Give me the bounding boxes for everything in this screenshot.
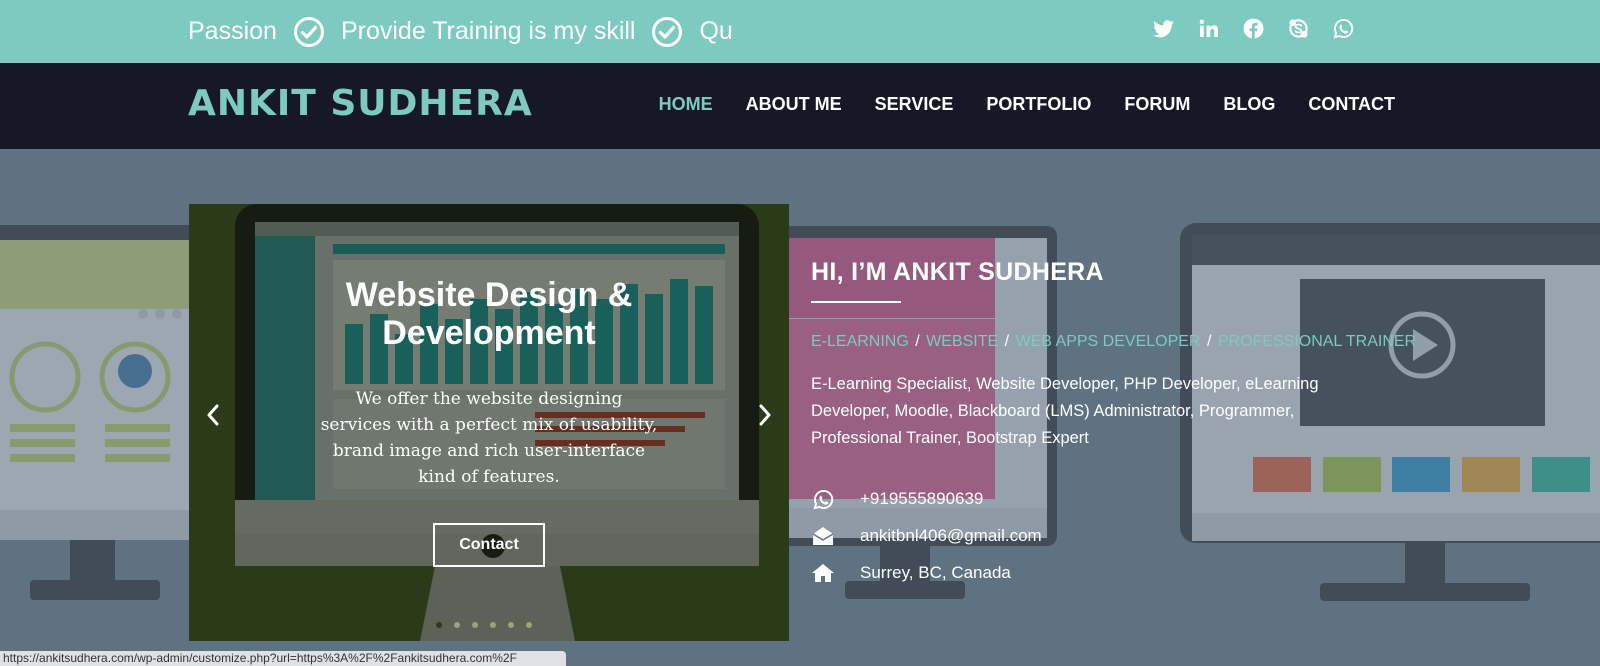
nav-item-service[interactable]: SERVICE bbox=[875, 94, 954, 115]
role-item: WEBSITE bbox=[926, 333, 999, 350]
intro-description: E-Learning Specialist, Website Developer… bbox=[811, 375, 1319, 447]
slide-title: Website Design & Development bbox=[345, 276, 633, 352]
slider-next-arrow[interactable] bbox=[753, 400, 777, 430]
nav-item-portfolio[interactable]: PORTFOLIO bbox=[986, 94, 1091, 115]
main-menu: HOME ABOUT ME SERVICE PORTFOLIO FORUM BL… bbox=[659, 94, 1395, 115]
role-separator: / bbox=[1206, 333, 1212, 350]
check-circle-icon bbox=[293, 16, 324, 47]
nav-item-forum[interactable]: FORUM bbox=[1124, 94, 1190, 115]
nav-item-home[interactable]: HOME bbox=[659, 94, 713, 115]
top-bar: Passion Provide Training is my skill Qu bbox=[0, 0, 1600, 63]
slider-dot[interactable] bbox=[436, 622, 442, 628]
site-logo[interactable]: ANKIT SUDHERA bbox=[188, 83, 533, 124]
contact-location: Surrey, BC, Canada bbox=[860, 563, 1011, 582]
check-circle-icon bbox=[652, 16, 683, 47]
ticker-text: Qu bbox=[699, 17, 733, 45]
home-icon bbox=[811, 562, 835, 584]
envelope-open-icon bbox=[811, 525, 835, 547]
contact-email-row: ankitbnl406@gmail.com bbox=[811, 525, 1311, 547]
twitter-icon[interactable] bbox=[1153, 18, 1174, 39]
skype-icon[interactable] bbox=[1288, 18, 1309, 39]
slider-dot[interactable] bbox=[490, 622, 496, 628]
contact-phone[interactable]: +919555890639 bbox=[860, 489, 983, 509]
slider-dot[interactable] bbox=[508, 622, 514, 628]
hero-slider: Website Design & Development We offer th… bbox=[189, 204, 789, 641]
role-item: PROFESSIONAL TRAINER bbox=[1217, 333, 1417, 350]
ticker-item: Provide Training is my skill bbox=[341, 16, 700, 48]
ticker-item: Qu bbox=[699, 17, 740, 46]
role-separator: / bbox=[1004, 333, 1010, 350]
nav-item-blog[interactable]: BLOG bbox=[1223, 94, 1275, 115]
social-links bbox=[1153, 18, 1354, 39]
marquee-ticker: Passion Provide Training is my skill Qu bbox=[188, 0, 740, 63]
nav-item-about-me[interactable]: ABOUT ME bbox=[746, 94, 842, 115]
intro-heading: HI, I’M ANKIT SUDHERA bbox=[811, 258, 1104, 286]
slide-contact-button[interactable]: Contact bbox=[433, 523, 545, 567]
chevron-right-icon bbox=[759, 404, 771, 426]
heading-divider bbox=[811, 301, 901, 303]
role-item: WEB APPS DEVELOPER bbox=[1015, 333, 1201, 350]
contact-email[interactable]: ankitbnl406@gmail.com bbox=[860, 526, 1042, 546]
nav-item-contact[interactable]: CONTACT bbox=[1308, 94, 1395, 115]
browser-status-url: https://ankitsudhera.com/wp-admin/custom… bbox=[0, 651, 566, 666]
main-navbar: ANKIT SUDHERA HOME ABOUT ME SERVICE PORT… bbox=[0, 63, 1600, 149]
contact-phone-row: +919555890639 bbox=[811, 488, 1311, 510]
role-separator: / bbox=[915, 333, 920, 350]
facebook-icon[interactable] bbox=[1243, 18, 1264, 39]
slider-dot[interactable] bbox=[472, 622, 478, 628]
ticker-text: Provide Training is my skill bbox=[340, 17, 636, 45]
role-item: E-LEARNING bbox=[811, 333, 909, 350]
roles-line: E-LEARNING / WEBSITE / WEB APPS DEVELOPE… bbox=[811, 333, 1416, 351]
chevron-left-icon bbox=[207, 404, 219, 426]
slide-description: We offer the website designing services … bbox=[320, 389, 658, 487]
slider-prev-arrow[interactable] bbox=[201, 400, 225, 430]
ticker-text: Passion bbox=[188, 17, 277, 45]
ticker-item: Passion bbox=[188, 16, 341, 48]
slider-dot[interactable] bbox=[526, 622, 532, 628]
contact-location-row: Surrey, BC, Canada bbox=[811, 562, 1311, 584]
whatsapp-icon bbox=[811, 488, 835, 510]
slider-dots bbox=[436, 622, 532, 628]
whatsapp-icon[interactable] bbox=[1333, 18, 1354, 39]
slider-dot[interactable] bbox=[454, 622, 460, 628]
linkedin-icon[interactable] bbox=[1198, 18, 1219, 39]
intro-section: HI, I’M ANKIT SUDHERA E-LEARNING / WEBSI… bbox=[811, 258, 1416, 452]
